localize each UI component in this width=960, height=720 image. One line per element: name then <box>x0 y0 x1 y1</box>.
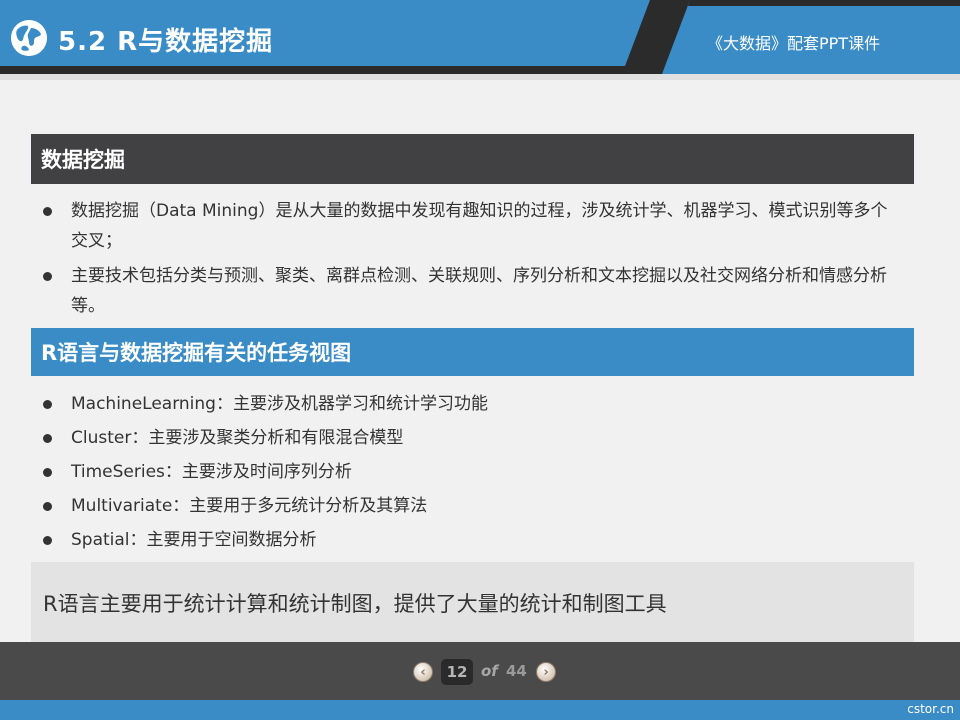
slide-footer <box>0 642 960 700</box>
task-views-list: MachineLearning：主要涉及机器学习和统计学习功能 Cluster：… <box>40 391 900 561</box>
list-item: 主要技术包括分类与预测、聚类、离群点检测、关联规则、序列分析和文本挖掘以及社交网… <box>40 261 900 321</box>
list-item: Spatial：主要用于空间数据分析 <box>40 527 900 554</box>
course-label: 《大数据》配套PPT课件 <box>707 34 881 53</box>
watermark: cstor.cn <box>907 702 954 716</box>
list-item: Cluster：主要涉及聚类分析和有限混合模型 <box>40 425 900 452</box>
list-item: TimeSeries：主要涉及时间序列分析 <box>40 459 900 486</box>
globe-icon <box>11 20 47 56</box>
current-page-number: 12 <box>441 659 473 685</box>
slide-title: 5.2 R与数据挖掘 <box>58 27 274 57</box>
list-item: Multivariate：主要用于多元统计分析及其算法 <box>40 493 900 520</box>
slide-header: 5.2 R与数据挖掘 《大数据》配套PPT课件 <box>0 0 960 80</box>
page-of-label: of <box>481 662 498 680</box>
next-page-button[interactable]: › <box>536 662 556 682</box>
list-item: 数据挖掘（Data Mining）是从大量的数据中发现有趣知识的过程，涉及统计学… <box>40 196 900 256</box>
section-heading-data-mining: 数据挖掘 <box>31 134 914 184</box>
list-item: MachineLearning：主要涉及机器学习和统计学习功能 <box>40 391 900 418</box>
summary-note: R语言主要用于统计计算和统计制图，提供了大量的统计和制图工具 <box>31 562 914 642</box>
section-heading-task-views: R语言与数据挖掘有关的任务视图 <box>31 328 914 376</box>
bottom-strip <box>0 700 960 720</box>
prev-page-button[interactable]: ‹ <box>413 662 433 682</box>
total-pages: 44 <box>506 662 527 680</box>
data-mining-list: 数据挖掘（Data Mining）是从大量的数据中发现有趣知识的过程，涉及统计学… <box>40 196 900 326</box>
